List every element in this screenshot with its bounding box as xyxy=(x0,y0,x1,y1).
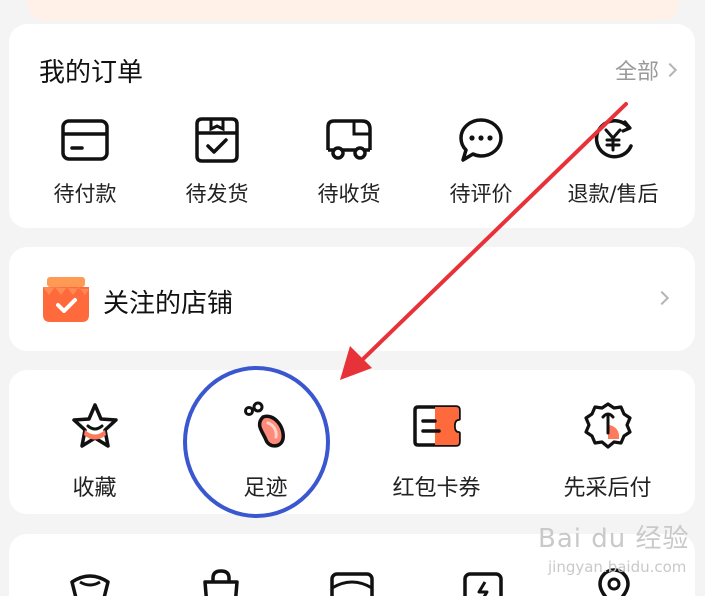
order-pending-review-label: 待评价 xyxy=(449,182,513,206)
favorites-label: 收藏 xyxy=(72,476,117,501)
coupons-entry[interactable]: 红包卡券 xyxy=(351,396,522,502)
favorites-entry[interactable]: 收藏 xyxy=(9,396,180,502)
service-entry[interactable] xyxy=(287,568,417,596)
chevron-right-icon xyxy=(662,62,678,78)
order-refund-aftersale[interactable]: 退款/售后 xyxy=(547,110,679,208)
watermark: Bai du 经验 jingyan.baidu.com xyxy=(538,518,698,580)
footprint-entry[interactable]: 足迹 xyxy=(180,396,351,502)
order-pending-shipment-label: 待发货 xyxy=(185,182,249,206)
wallet-card-icon xyxy=(55,110,115,170)
followed-shops-title: 关注的店铺 xyxy=(103,289,234,319)
order-pending-payment[interactable]: 待付款 xyxy=(19,110,151,208)
shortcut-tools-row: 收藏 足迹 红包卡券 先采后付 xyxy=(9,396,695,502)
star-icon xyxy=(65,396,125,456)
order-pending-shipment[interactable]: 待发货 xyxy=(151,110,283,208)
pay-later-label: 先采后付 xyxy=(563,476,652,501)
shopping-bag-icon xyxy=(203,569,239,596)
orders-all-label: 全部 xyxy=(614,60,659,85)
order-pending-receipt[interactable]: 待收货 xyxy=(283,110,415,208)
order-pending-review[interactable]: 待评价 xyxy=(415,110,547,208)
orders-all-link[interactable]: 全部 xyxy=(614,54,678,86)
top-card-edge xyxy=(28,0,678,20)
chat-bubble-icon xyxy=(451,110,511,170)
service-entry[interactable] xyxy=(156,568,286,596)
order-pending-receipt-label: 待收货 xyxy=(317,182,381,206)
followed-shops-card[interactable]: 关注的店铺 xyxy=(9,247,695,351)
my-orders-card: 我的订单 全部 待付款 待发货 待收货 待评价 退款/售后 xyxy=(9,24,695,228)
watermark-sub: jingyan.baidu.com xyxy=(548,558,687,576)
image-frame-icon xyxy=(330,572,374,596)
pay-later-icon xyxy=(578,396,638,456)
orders-status-row: 待付款 待发货 待收货 待评价 退款/售后 xyxy=(19,110,685,208)
shortcut-tools-card: 收藏 足迹 红包卡券 先采后付 xyxy=(9,370,695,514)
service-entry[interactable] xyxy=(418,568,548,596)
delivery-truck-icon xyxy=(319,110,379,170)
coupons-label: 红包卡券 xyxy=(392,476,481,501)
service-entry[interactable] xyxy=(25,568,155,596)
watermark-main: Bai du 经验 xyxy=(538,524,690,554)
shop-bag-icon xyxy=(41,277,91,323)
order-refund-aftersale-label: 退款/售后 xyxy=(567,182,659,206)
order-pending-payment-label: 待付款 xyxy=(53,182,117,206)
calendar-icon xyxy=(463,572,503,596)
package-box-icon xyxy=(187,110,247,170)
ticket-icon xyxy=(407,396,467,456)
chevron-right-icon xyxy=(654,290,670,306)
pay-later-entry[interactable]: 先采后付 xyxy=(522,396,693,502)
footprint-label: 足迹 xyxy=(243,476,288,501)
footprint-icon xyxy=(236,396,296,456)
gold-ingot-icon xyxy=(70,574,110,596)
refund-yen-icon xyxy=(583,110,643,170)
orders-title: 我的订单 xyxy=(39,58,144,88)
